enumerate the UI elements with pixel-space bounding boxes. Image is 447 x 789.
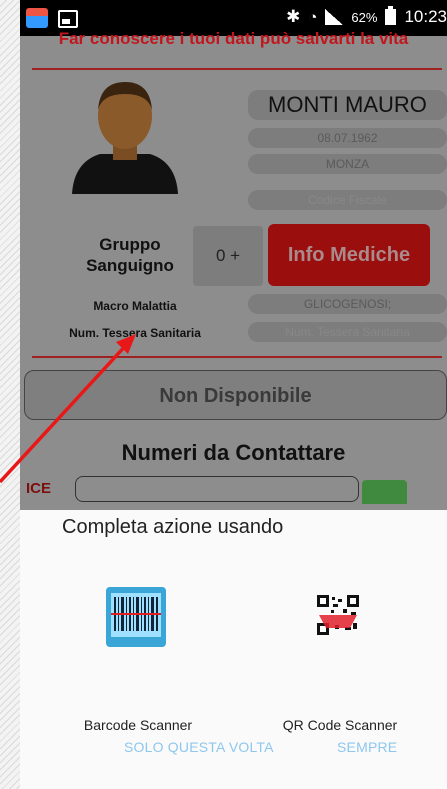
tessera-label: Num. Tessera Sanitaria: [69, 326, 201, 340]
tessera-field[interactable]: Num. Tessera Sanitaria: [248, 322, 447, 342]
qr-code-icon: [317, 595, 359, 635]
birth-date-field[interactable]: 08.07.1962: [248, 128, 447, 148]
phone-screen: ✱ ◔ 62% 10:23 Far conoscere i tuoi dati …: [20, 0, 447, 789]
ice-label: ICE: [26, 480, 52, 497]
clock: 10:23: [404, 7, 447, 26]
barcode-scanner-label: Barcode Scanner: [83, 717, 193, 733]
non-disponibile-button[interactable]: Non Disponibile: [24, 370, 447, 420]
city-field[interactable]: MONZA: [248, 154, 447, 174]
ice-call-button[interactable]: [362, 480, 407, 504]
info-mediche-button[interactable]: Info Mediche: [268, 224, 430, 286]
avatar[interactable]: [70, 76, 180, 194]
codice-fiscale-field[interactable]: Codice Fiscale: [248, 190, 447, 210]
bluetooth-icon: ✱: [286, 7, 301, 26]
sheet-title: Completa azione usando: [62, 516, 284, 538]
macro-malattia-field[interactable]: GLICOGENOSI;: [248, 294, 447, 314]
app-content: Far conoscere i tuoi dati può salvarti l…: [20, 29, 447, 510]
ice-number-field[interactable]: [75, 476, 359, 502]
battery-icon: [385, 6, 397, 25]
app-notification-icon: [26, 8, 48, 28]
macro-malattia-label: Macro Malattia: [93, 299, 177, 313]
gruppo-sanguigno-label: Gruppo Sanguigno: [86, 235, 174, 275]
numeri-title: Numeri da Contattare: [121, 440, 346, 465]
always-button[interactable]: SEMPRE: [337, 739, 397, 755]
image-notification-icon: [58, 10, 78, 28]
qr-code-scanner-label: QR Code Scanner: [282, 717, 398, 733]
divider: [32, 68, 442, 70]
once-button[interactable]: SOLO QUESTA VOLTA: [124, 739, 274, 755]
name-field[interactable]: MONTI MAURO: [248, 90, 447, 120]
divider: [32, 356, 442, 358]
wifi-icon: ◔: [308, 8, 318, 26]
blood-group-field[interactable]: 0 +: [193, 226, 263, 286]
signal-icon: [325, 9, 344, 25]
chooser-sheet: Completa azione usando Barcode Scanner Q…: [20, 510, 447, 789]
tagline: Far conoscere i tuoi dati può salvarti l…: [58, 29, 409, 48]
battery-percent: 62%: [351, 9, 378, 25]
barcode-icon: [106, 587, 166, 647]
